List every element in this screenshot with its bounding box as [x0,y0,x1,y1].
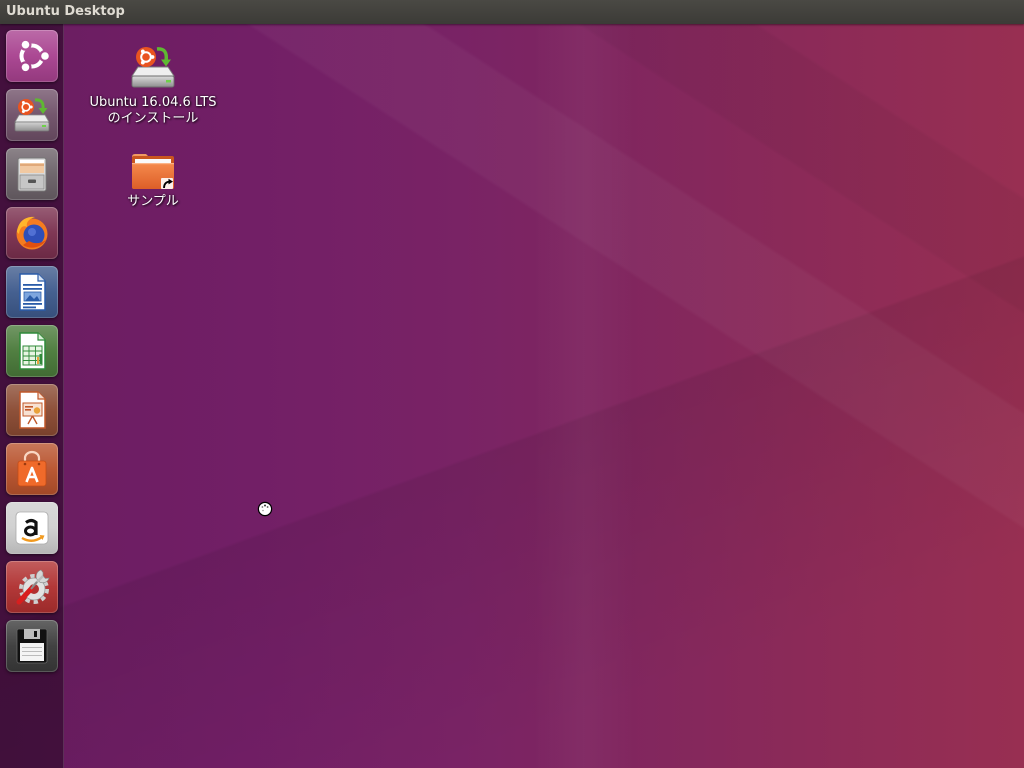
launcher-item-calc[interactable] [6,325,58,377]
libreoffice-impress-icon [19,391,46,429]
launcher [0,24,64,768]
firefox-icon [16,216,48,250]
launcher-item-system-settings[interactable] [6,561,58,613]
launcher-item-impress[interactable] [6,384,58,436]
launcher-list [6,30,58,672]
installer-drive-icon [131,47,175,88]
desktop-icon-sample-folder[interactable]: サンプル [83,151,223,210]
desktop-icon-label: サンプル [127,194,179,210]
launcher-item-firefox[interactable] [6,207,58,259]
panel-title: Ubuntu Desktop [6,4,125,19]
libreoffice-calc-icon [19,332,46,370]
launcher-item-installer[interactable] [6,89,58,141]
label-line: Ubuntu 16.04.6 LTS [89,95,217,110]
ubuntu-installer-icon [14,98,50,132]
busy-cursor-icon [257,501,273,517]
label-line: サンプル [127,194,179,209]
launcher-item-software-center[interactable] [6,443,58,495]
ubuntu-dash-icon [19,40,49,72]
folder-link-icon [132,154,174,189]
label-line: のインストール [107,111,199,126]
launcher-item-floppy-drive[interactable] [6,620,58,672]
system-settings-icon [16,569,50,605]
desktop-icon-installer[interactable]: Ubuntu 16.04.6 LTS のインストール [83,42,223,127]
software-center-icon [17,450,47,487]
files-icon [17,157,47,192]
launcher-item-writer[interactable] [6,266,58,318]
launcher-item-amazon[interactable] [6,502,58,554]
floppy-drive-icon [16,628,48,664]
libreoffice-writer-icon [19,273,46,311]
launcher-item-dash[interactable] [6,30,58,82]
top-panel: Ubuntu Desktop [0,0,1024,24]
amazon-icon [15,511,49,545]
launcher-item-files[interactable] [6,148,58,200]
desktop-icon-label: Ubuntu 16.04.6 LTS のインストール [89,95,216,127]
